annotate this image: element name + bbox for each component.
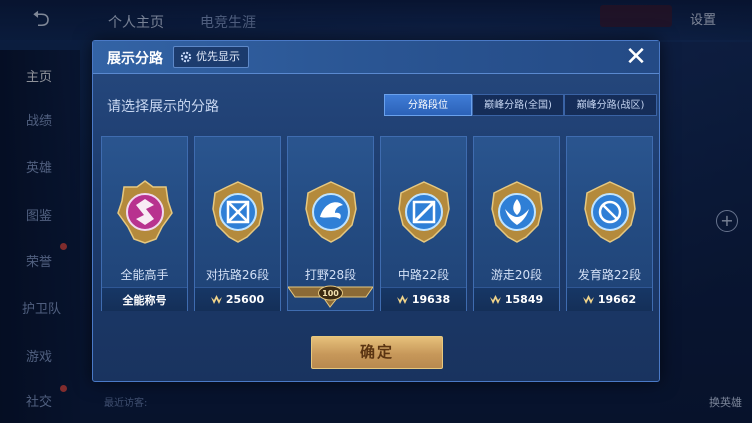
lane-card-title: 游走20段 (490, 268, 543, 282)
gear-icon (180, 51, 192, 63)
dialog-header: 展示分路 优先显示 ✕ (93, 41, 659, 74)
clash-lane-emblem-icon (212, 181, 264, 243)
peak-points-value: 19638 (411, 293, 451, 306)
peak-points-value: 25600 (225, 293, 265, 306)
all-round-title-label: 全能称号 (122, 293, 167, 307)
lane-card-all-round[interactable]: 全能高手 全能称号 (101, 136, 188, 311)
peak-points-icon (210, 295, 222, 304)
roam-emblem-icon (491, 181, 543, 243)
close-icon: ✕ (625, 42, 647, 72)
peak-points-value: 15849 (504, 293, 544, 306)
dialog-subtitle: 请选择展示的分路 (107, 99, 219, 115)
lane-card-title: 对抗路26段 (205, 268, 270, 282)
lane-card-clash[interactable]: 对抗路26段 25600 (194, 136, 281, 311)
farm-lane-emblem-icon (584, 181, 636, 243)
lane-card-foot: 15849 (474, 287, 559, 311)
peak-points-icon (396, 295, 408, 304)
tab-peak-region[interactable]: 巅峰分路(战区) (564, 94, 657, 116)
all-round-emblem-icon (117, 180, 173, 244)
lane-card-title: 打野28段 (304, 268, 357, 282)
lane-card-title: 发育路22段 (577, 268, 642, 282)
jungle-emblem-icon (305, 181, 357, 243)
lane-card-jungle[interactable]: 打野28段 100 (287, 136, 374, 311)
lane-card-title: 中路22段 (397, 268, 450, 282)
close-button[interactable]: ✕ (623, 42, 649, 72)
priority-display-button[interactable]: 优先显示 (173, 46, 249, 68)
lane-card-roam[interactable]: 游走20段 15849 (473, 136, 560, 311)
peak-points-icon (582, 295, 594, 304)
peak-points-icon (489, 295, 501, 304)
peak-points-value: 19662 (597, 293, 637, 306)
tab-lane-rank[interactable]: 分路段位 (384, 94, 472, 116)
lane-card-farm[interactable]: 发育路22段 19662 (566, 136, 653, 311)
jungle-rank-stars: 100 (322, 289, 339, 298)
lane-tabs: 分路段位 巅峰分路(全国) 巅峰分路(战区) (384, 94, 657, 116)
lane-card-foot: 25600 (195, 287, 280, 311)
lane-card-title: 全能高手 (120, 268, 169, 282)
lane-card-mid[interactable]: 中路22段 19638 (380, 136, 467, 311)
lane-card-foot: 全能称号 (102, 287, 187, 311)
dialog-title: 展示分路 (107, 51, 163, 67)
mid-lane-emblem-icon (398, 181, 450, 243)
priority-display-label: 优先显示 (196, 50, 240, 63)
show-lane-dialog: 展示分路 优先显示 ✕ 请选择展示的分路 分路段位 巅峰分路(全国) 巅峰分路(… (92, 40, 660, 382)
confirm-button[interactable]: 确定 (311, 336, 443, 369)
rank-ribbon-icon: 100 (288, 285, 373, 308)
lane-card-foot: 19638 (381, 287, 466, 311)
lane-card-foot: 19662 (567, 287, 652, 311)
tab-peak-national[interactable]: 巅峰分路(全国) (472, 94, 564, 116)
